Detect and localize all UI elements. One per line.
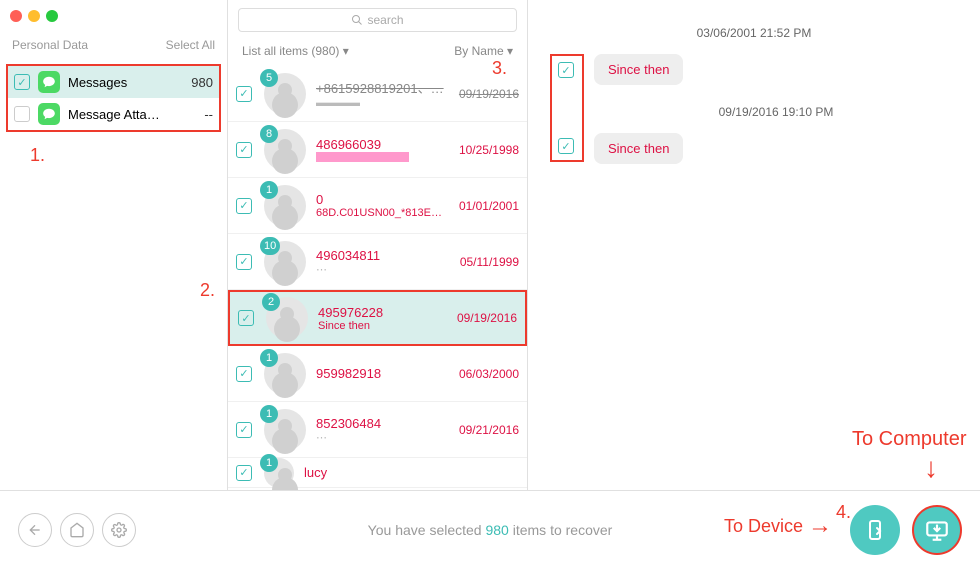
thread-name: 496034811 <box>316 248 449 263</box>
avatar: 2 <box>266 297 308 339</box>
checkbox-icon[interactable]: ✓ <box>236 254 252 270</box>
avatar: 10 <box>264 241 306 283</box>
thread-date: 09/21/2016 <box>449 423 519 437</box>
callout-to-computer: To Computer <box>852 428 967 451</box>
sidebar-item-count: 980 <box>191 75 213 90</box>
thread-row[interactable]: ✓ 5 +8615928819201、…▬▬▬▬ 09/19/2016 <box>228 66 527 122</box>
list-all-dropdown[interactable]: List all items (980) ▾ <box>242 44 349 58</box>
sidebar-item-label: Message Atta… <box>68 107 160 122</box>
category-list: ✓ Messages 980 ✓ Message Atta… -- <box>6 64 221 132</box>
sidebar-header: Personal Data <box>12 38 88 52</box>
thread-date: 06/03/2000 <box>449 367 519 381</box>
avatar: 1 <box>264 185 306 227</box>
callout-2: 2. <box>200 280 215 301</box>
arrow-right-icon: → <box>808 512 832 540</box>
thread-name: lucy <box>304 465 519 480</box>
message-row: Since then <box>594 54 958 85</box>
message-timestamp: 09/19/2016 19:10 PM <box>594 105 958 119</box>
thread-row[interactable]: ✓ 1 lucy <box>228 458 527 488</box>
checkbox-icon[interactable]: ✓ <box>558 62 574 78</box>
callout-3: 3. <box>492 58 507 79</box>
phone-icon <box>863 518 887 542</box>
sidebar-item-count: -- <box>204 107 213 122</box>
thread-date: 09/19/2016 <box>447 311 517 325</box>
thread-name: +8615928819201、… <box>316 78 449 97</box>
thread-name: 852306484 <box>316 416 449 431</box>
avatar: 8 <box>264 129 306 171</box>
home-button[interactable] <box>60 513 94 547</box>
callout-to-device: To Device <box>724 516 803 537</box>
thread-row[interactable]: ✓ 10 496034811⋯ 05/11/1999 <box>228 234 527 290</box>
message-timestamp: 03/06/2001 21:52 PM <box>550 26 958 40</box>
message-bubble: Since then <box>594 54 683 85</box>
messages-app-icon <box>38 71 60 93</box>
checkbox-icon[interactable]: ✓ <box>236 465 252 481</box>
thread-row[interactable]: ✓ 2 495976228Since then 09/19/2016 <box>228 290 527 346</box>
select-all-link[interactable]: Select All <box>166 38 215 52</box>
checkbox-icon[interactable]: ✓ <box>236 86 252 102</box>
sidebar: Personal Data Select All ✓ Messages 980 … <box>0 0 228 490</box>
avatar: 1 <box>264 409 306 451</box>
settings-button[interactable] <box>102 513 136 547</box>
thread-sub: ⋯ <box>316 263 449 276</box>
to-computer-button[interactable] <box>912 505 962 555</box>
sidebar-item-messages[interactable]: ✓ Messages 980 <box>8 66 219 98</box>
arrow-left-icon <box>27 522 43 538</box>
messages-app-icon <box>38 103 60 125</box>
sidebar-item-label: Messages <box>68 75 127 90</box>
thread-sub: 68D.C01USN00_*813E… <box>316 207 449 219</box>
thread-row[interactable]: ✓ 1 959982918 06/03/2000 <box>228 346 527 402</box>
thread-date: 09/19/2016 <box>449 87 519 101</box>
thread-date: 05/11/1999 <box>449 255 519 269</box>
checkbox-icon[interactable]: ✓ <box>14 74 30 90</box>
footer: You have selected 980 items to recover <box>0 490 980 568</box>
avatar: 5 <box>264 73 306 115</box>
checkbox-icon[interactable]: ✓ <box>238 310 254 326</box>
sort-dropdown[interactable]: By Name ▾ <box>454 44 513 58</box>
message-preview: 03/06/2001 21:52 PM ✓ ✓ Since then 09/19… <box>528 0 980 490</box>
thread-sub: Since then <box>318 320 447 332</box>
checkbox-icon[interactable]: ✓ <box>236 366 252 382</box>
avatar: 1 <box>264 353 306 395</box>
thread-list: ✓ 5 +8615928819201、…▬▬▬▬ 09/19/2016 ✓ 8 … <box>228 66 527 490</box>
message-checkbox-group: ✓ ✓ <box>550 54 584 162</box>
checkbox-icon[interactable]: ✓ <box>558 138 574 154</box>
thread-row[interactable]: ✓ 1 852306484⋯ 09/21/2016 <box>228 402 527 458</box>
avatar: 1 <box>264 458 294 488</box>
thread-row[interactable]: ✓ 1 068D.C01USN00_*813E… 01/01/2001 <box>228 178 527 234</box>
thread-name: 486966039 <box>316 137 449 152</box>
sidebar-item-message-attachments[interactable]: ✓ Message Atta… -- <box>8 98 219 130</box>
to-device-button[interactable] <box>850 505 900 555</box>
search-input[interactable]: search <box>238 8 517 32</box>
thread-sub: ⋯ <box>316 431 449 444</box>
footer-status: You have selected 980 items to recover <box>368 522 613 538</box>
checkbox-icon[interactable]: ✓ <box>236 198 252 214</box>
checkbox-icon[interactable]: ✓ <box>14 106 30 122</box>
thread-row[interactable]: ✓ 8 486966039 10/25/1998 <box>228 122 527 178</box>
checkbox-icon[interactable]: ✓ <box>236 142 252 158</box>
thread-sub: ▬▬▬▬ <box>316 97 449 109</box>
message-row: Since then <box>594 133 958 164</box>
message-bubble: Since then <box>594 133 683 164</box>
thread-column: search List all items (980) ▾ By Name ▾ … <box>228 0 528 490</box>
search-icon <box>351 14 363 26</box>
home-icon <box>69 522 85 538</box>
checkbox-icon[interactable]: ✓ <box>236 422 252 438</box>
thread-name: 959982918 <box>316 366 449 381</box>
arrow-down-icon: ↓ <box>924 452 938 484</box>
back-button[interactable] <box>18 513 52 547</box>
thread-date: 10/25/1998 <box>449 143 519 157</box>
thread-name: 495976228 <box>318 305 447 320</box>
callout-1: 1. <box>30 145 45 166</box>
callout-4: 4. <box>836 502 851 523</box>
thread-date: 01/01/2001 <box>449 199 519 213</box>
gear-icon <box>111 522 127 538</box>
thread-name: 0 <box>316 192 449 207</box>
monitor-download-icon <box>924 517 950 543</box>
thread-sub <box>316 152 449 162</box>
